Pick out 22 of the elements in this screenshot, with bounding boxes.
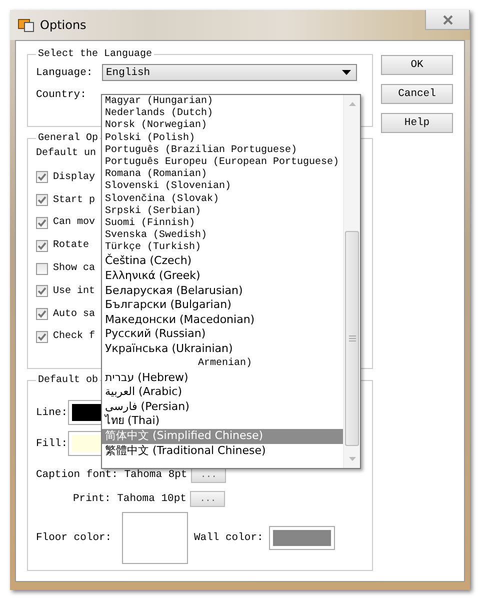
group-title: Default ob — [37, 375, 100, 386]
language-label: Language: — [36, 66, 94, 78]
country-label: Country: — [36, 89, 88, 101]
window-title: Options — [40, 18, 86, 32]
checkbox-label: Auto sa — [53, 308, 96, 320]
checkbox-label: Show ca — [53, 263, 96, 274]
checkbox-label: Start p — [53, 194, 96, 206]
checkbox-label: Can mov — [53, 217, 96, 228]
units-label: Default un — [36, 148, 96, 159]
print-font-label: Print: Tahoma 10pt — [73, 493, 186, 505]
checkbox-label: Display — [53, 172, 96, 183]
group-title: General Op — [37, 133, 100, 144]
fill-label: Fill: — [36, 438, 68, 450]
checkbox-label: Check f — [53, 331, 96, 342]
checkbox-label: Use int — [53, 286, 96, 297]
line-label: Line: — [36, 406, 68, 418]
wall-color-label: Wall color: — [194, 532, 264, 544]
caption-font-label: Caption font: Tahoma 8pt — [36, 469, 188, 481]
group-title: Select the Language — [37, 49, 154, 60]
floor-color-label: Floor color: — [36, 532, 113, 544]
dropdown-value: English — [106, 66, 150, 78]
checkbox-label: Rotate — [53, 240, 90, 252]
